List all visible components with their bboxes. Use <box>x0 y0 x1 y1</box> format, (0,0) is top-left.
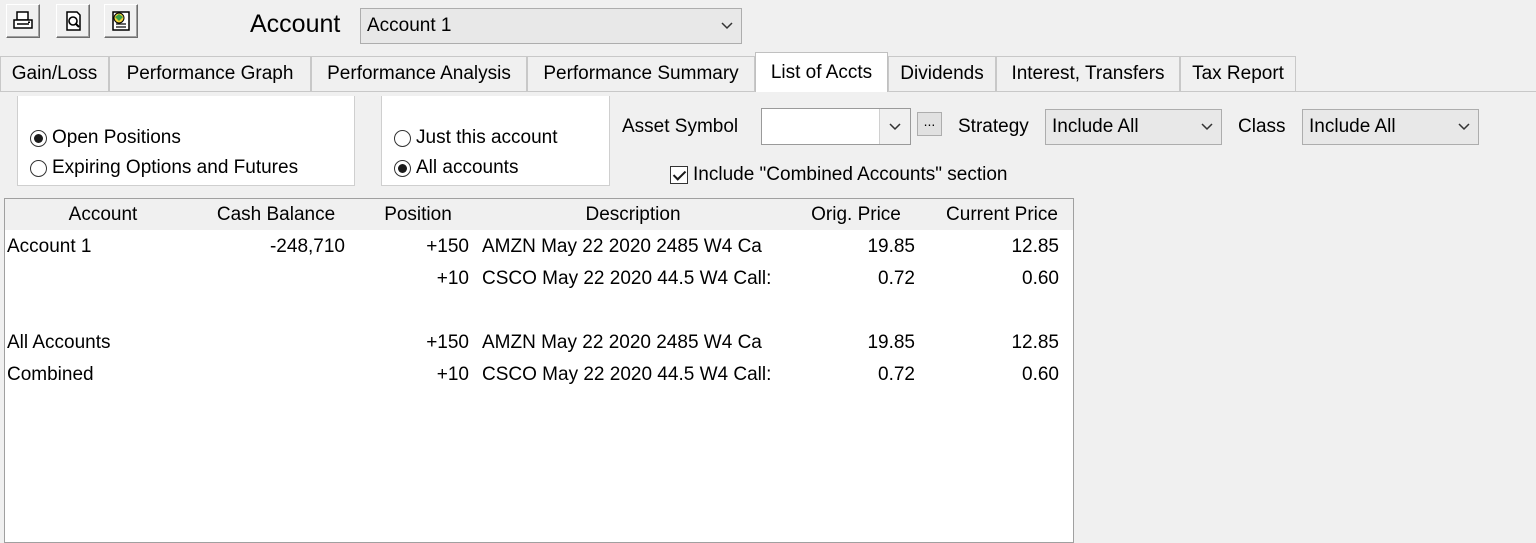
asset-symbol-label: Asset Symbol <box>622 116 739 137</box>
all-accounts-label: All accounts <box>416 157 519 178</box>
print-preview-icon <box>66 11 81 31</box>
asset-symbol-input[interactable] <box>762 109 879 144</box>
include-combined-checkbox[interactable]: Include "Combined Accounts" section <box>670 164 1008 186</box>
cell-account[interactable] <box>7 265 197 293</box>
cell-account[interactable]: All Accounts <box>7 329 197 357</box>
grid-header: Account Cash Balance Position Descriptio… <box>5 199 1073 230</box>
cell-account[interactable]: Combined <box>7 361 197 389</box>
column-header-description[interactable]: Description <box>485 204 781 226</box>
just-this-account-radio[interactable]: Just this account <box>394 127 558 149</box>
cell-position[interactable]: +10 <box>351 361 469 389</box>
tab-gain-loss[interactable]: Gain/Loss <box>0 56 109 91</box>
cell-orig-price[interactable]: 19.85 <box>781 329 915 357</box>
radio-checked-icon <box>394 159 411 177</box>
cell-cash-balance[interactable] <box>201 265 345 293</box>
class-select-value: Include All <box>1309 116 1396 137</box>
tab-interest-transfers[interactable]: Interest, Transfers <box>996 56 1180 91</box>
account-select[interactable]: Account 1 <box>360 8 742 44</box>
expiring-options-radio[interactable]: Expiring Options and Futures <box>30 157 298 179</box>
printer-icon <box>13 11 33 29</box>
just-this-account-label: Just this account <box>416 127 558 148</box>
cell-current-price[interactable]: 12.85 <box>931 233 1059 261</box>
cell-account[interactable] <box>7 297 197 325</box>
print-preview-button[interactable] <box>56 4 90 38</box>
open-positions-radio[interactable]: Open Positions <box>30 127 181 149</box>
cell-description[interactable]: CSCO May 22 2020 44.5 W4 Call: <box>482 361 785 389</box>
cell-cash-balance[interactable]: -248,710 <box>201 233 345 261</box>
tab-list-of-accts[interactable]: List of Accts <box>755 52 888 92</box>
radio-unchecked-icon <box>394 129 411 147</box>
print-button[interactable] <box>6 4 40 38</box>
cell-orig-price[interactable]: 19.85 <box>781 233 915 261</box>
all-accounts-radio[interactable]: All accounts <box>394 157 518 179</box>
tab-label: List of Accts <box>770 61 873 83</box>
strategy-select-value: Include All <box>1052 116 1139 137</box>
cell-orig-price[interactable]: 0.72 <box>781 361 915 389</box>
cell-description[interactable]: AMZN May 22 2020 2485 W4 Ca <box>482 329 785 357</box>
tab-label: Tax Report <box>1192 63 1284 84</box>
strategy-label: Strategy <box>958 116 1029 137</box>
cell-cash-balance[interactable] <box>201 329 345 357</box>
class-label: Class <box>1238 116 1286 137</box>
account-select-value: Account 1 <box>367 15 452 36</box>
column-header-position[interactable]: Position <box>351 204 485 226</box>
open-positions-label: Open Positions <box>52 127 181 148</box>
chevron-down-icon <box>713 21 741 31</box>
radio-checked-icon <box>30 129 47 147</box>
include-combined-label: Include "Combined Accounts" section <box>693 164 1008 185</box>
account-label: Account <box>250 10 341 38</box>
expiring-options-label: Expiring Options and Futures <box>52 157 299 178</box>
cell-description[interactable]: AMZN May 22 2020 2485 W4 Ca <box>482 233 785 261</box>
cell-account[interactable]: Account 1 <box>7 233 197 261</box>
tab-performance-summary[interactable]: Performance Summary <box>527 56 755 91</box>
column-header-orig-price[interactable]: Orig. Price <box>781 204 931 226</box>
tab-label: Performance Graph <box>126 63 294 84</box>
tab-label: Performance Summary <box>543 63 739 84</box>
cell-current-price[interactable]: 0.60 <box>931 361 1059 389</box>
class-select[interactable]: Include All <box>1302 109 1479 145</box>
export-report-button[interactable] <box>104 4 138 38</box>
chevron-down-icon <box>1193 122 1221 132</box>
accounts-grid[interactable]: Account Cash Balance Position Descriptio… <box>4 198 1074 543</box>
tab-tax-report[interactable]: Tax Report <box>1180 56 1296 91</box>
tab-label: Interest, Transfers <box>1011 63 1165 84</box>
chevron-down-icon <box>1450 122 1478 132</box>
cell-position[interactable]: +150 <box>351 233 469 261</box>
column-header-cash-balance[interactable]: Cash Balance <box>201 204 351 226</box>
tab-label: Gain/Loss <box>11 63 98 84</box>
strategy-select[interactable]: Include All <box>1045 109 1222 145</box>
tab-dividends[interactable]: Dividends <box>888 56 996 91</box>
chevron-down-icon[interactable] <box>879 109 910 144</box>
cell-orig-price[interactable]: 0.72 <box>781 265 915 293</box>
tab-performance-graph[interactable]: Performance Graph <box>109 56 311 91</box>
cell-position[interactable]: +150 <box>351 329 469 357</box>
asset-symbol-combo[interactable] <box>761 108 911 145</box>
tab-label: Dividends <box>900 63 984 84</box>
asset-symbol-browse-button[interactable]: ... <box>917 112 942 136</box>
tab-performance-analysis[interactable]: Performance Analysis <box>311 56 527 91</box>
export-report-icon <box>112 11 130 31</box>
column-header-current-price[interactable]: Current Price <box>931 204 1073 226</box>
cell-description[interactable]: CSCO May 22 2020 44.5 W4 Call: <box>482 265 785 293</box>
checkbox-checked-icon <box>670 166 688 184</box>
cell-position[interactable]: +10 <box>351 265 469 293</box>
cell-current-price[interactable]: 12.85 <box>931 329 1059 357</box>
cell-current-price[interactable]: 0.60 <box>931 265 1059 293</box>
column-header-account[interactable]: Account <box>5 204 201 226</box>
radio-unchecked-icon <box>30 159 47 177</box>
tab-label: Performance Analysis <box>327 63 511 84</box>
cell-cash-balance[interactable] <box>201 361 345 389</box>
